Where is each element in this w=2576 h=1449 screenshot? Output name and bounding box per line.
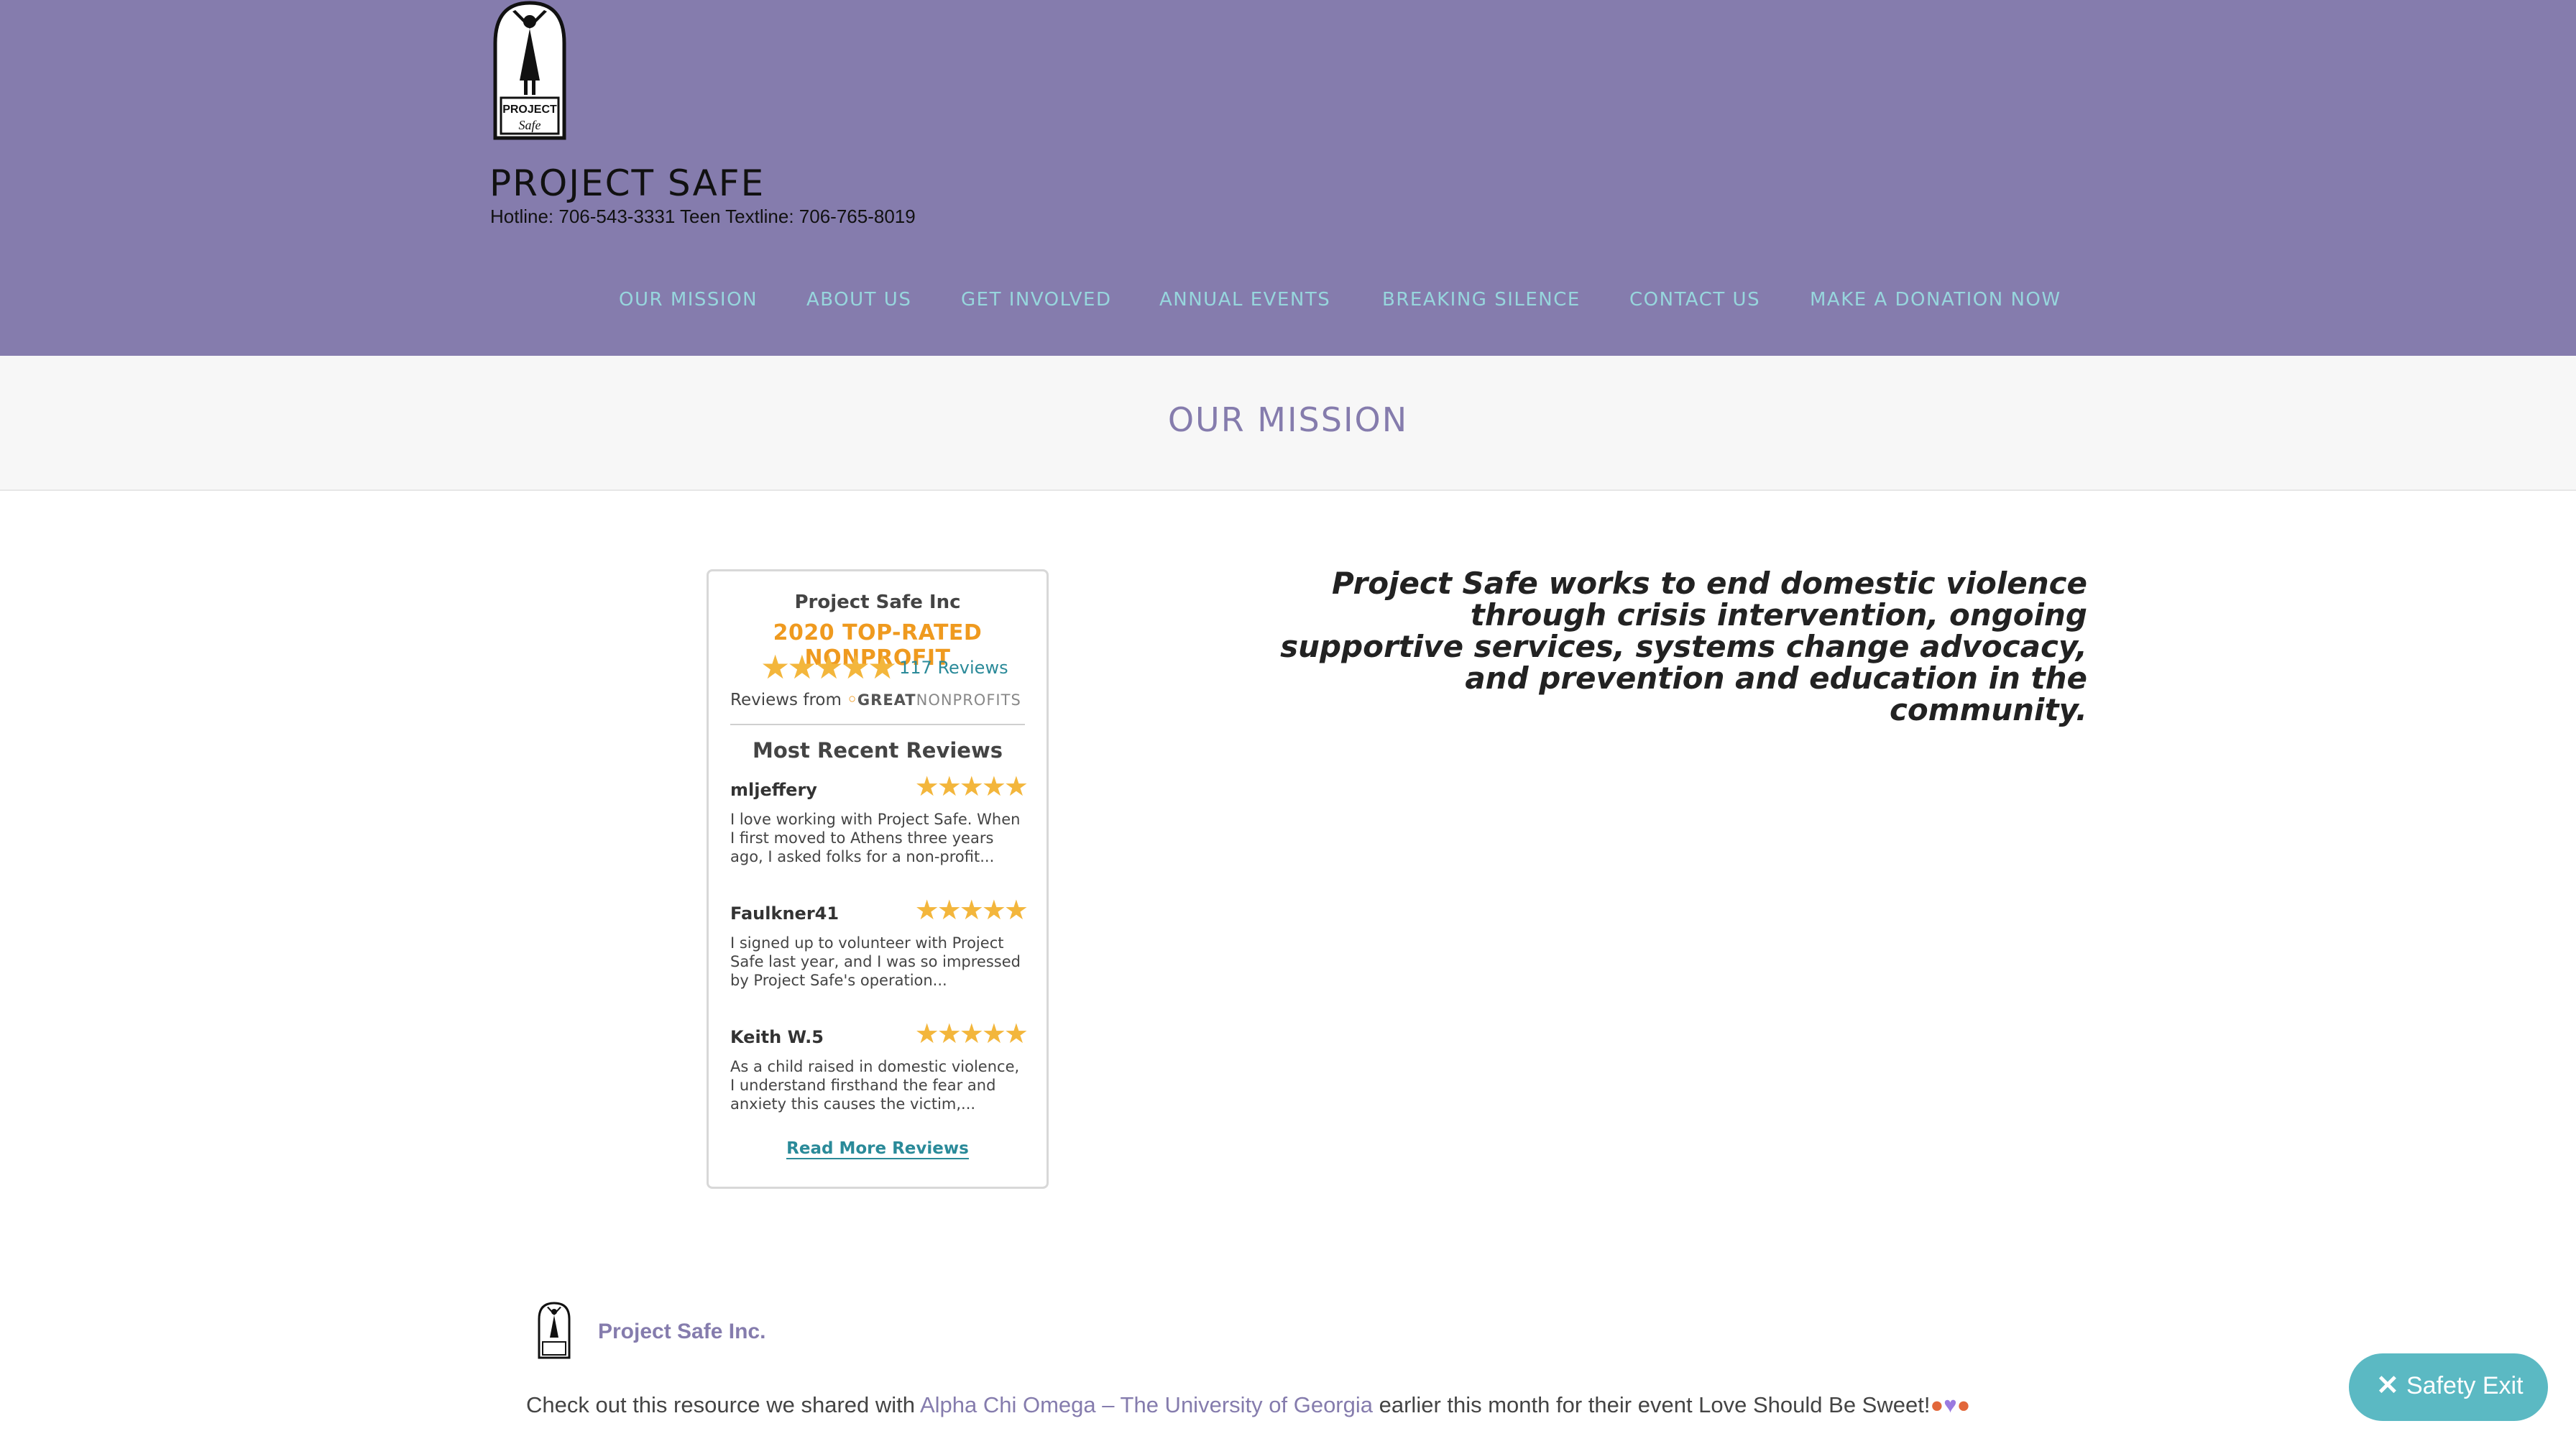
nav-item-make-donation[interactable]: MAKE A DONATION NOW	[1810, 289, 2061, 310]
reviewer-name: Faulkner41	[730, 903, 840, 924]
logo-project-text: PROJECT	[502, 104, 557, 116]
review-text: I signed up to volunteer with Project Sa…	[730, 934, 1021, 989]
overall-rating-stars: ★★★★★	[760, 648, 897, 686]
read-more-reviews: Read More Reviews	[709, 1139, 1046, 1159]
nav-item-annual-events[interactable]: ANNUAL EVENTS	[1159, 289, 1330, 310]
nav-item-about-us[interactable]: ABOUT US	[806, 289, 911, 310]
safety-exit-button[interactable]: ✕ Safety Exit	[2349, 1353, 2548, 1421]
widget-org-name: Project Safe Inc	[794, 592, 961, 613]
review-text: I love working with Project Safe. When I…	[730, 811, 1021, 865]
nav-item-get-involved[interactable]: GET INVOLVED	[961, 289, 1112, 310]
lollipop-icon: ●	[1956, 1392, 1971, 1417]
review-stars: ★★★★★	[914, 1018, 1029, 1049]
safety-exit-label: Safety Exit	[2406, 1372, 2524, 1399]
nav-item-breaking-silence[interactable]: BREAKING SILENCE	[1382, 289, 1581, 310]
post-text: Check out this resource we shared with A…	[526, 1392, 1970, 1418]
review-stars: ★★★★★	[914, 894, 1029, 926]
widget-divider	[730, 724, 1025, 725]
logo-safe-text: Safe	[519, 118, 541, 132]
reviews-from-label: Reviews from	[730, 691, 842, 709]
nav-item-contact-us[interactable]: CONTACT US	[1629, 289, 1760, 310]
read-more-reviews-link[interactable]: Read More Reviews	[786, 1139, 969, 1159]
purple-heart-icon: ♥	[1944, 1392, 1957, 1417]
recent-reviews-heading: Most Recent Reviews	[752, 738, 1003, 763]
great-nonprofits-widget: Project Safe Inc 2020 TOP-RATED NONPROFI…	[707, 569, 1049, 1189]
great-nonprofits-great[interactable]: GREAT	[857, 691, 916, 709]
mission-statement: Project Safe works to end domestic viole…	[1280, 566, 2087, 727]
post-author-name[interactable]: Project Safe Inc.	[598, 1320, 765, 1344]
page-title: OUR MISSION	[1167, 400, 1409, 439]
great-nonprofits-nonprofits[interactable]: NONPROFITS	[916, 691, 1021, 709]
post-text-after: earlier this month for their event Love …	[1373, 1392, 1931, 1417]
site-title[interactable]: PROJECT SAFE	[489, 162, 765, 204]
main-nav: OUR MISSION ABOUT US GET INVOLVED ANNUAL…	[0, 289, 2576, 318]
site-header: PROJECT Safe PROJECT SAFE Hotline: 706-5…	[0, 0, 2576, 356]
close-icon: ✕	[2376, 1371, 2399, 1401]
review-stars: ★★★★★	[914, 770, 1029, 802]
post-author-avatar[interactable]	[537, 1302, 571, 1359]
nav-item-our-mission[interactable]: OUR MISSION	[619, 289, 758, 310]
reviews-from-line: Reviews from ◦GREATNONPROFITS	[730, 691, 1021, 709]
page-title-band: OUR MISSION	[0, 356, 2576, 491]
project-safe-logo[interactable]: PROJECT Safe	[491, 0, 569, 141]
review-count-link[interactable]: 117 Reviews	[899, 658, 1008, 678]
great-nonprofits-icon: ◦	[847, 691, 857, 709]
reviewer-name: Keith W.5	[730, 1027, 824, 1047]
post-text-before: Check out this resource we shared with	[526, 1392, 920, 1417]
review-text: As a child raised in domestic violence, …	[730, 1058, 1020, 1113]
hotline-tagline: Hotline: 706-543-3331 Teen Textline: 706…	[490, 206, 916, 227]
reviewer-name: mljeffery	[730, 780, 817, 800]
post-mention-link[interactable]: Alpha Chi Omega – The University of Geor…	[920, 1392, 1373, 1417]
lollipop-icon: ●	[1930, 1392, 1944, 1417]
